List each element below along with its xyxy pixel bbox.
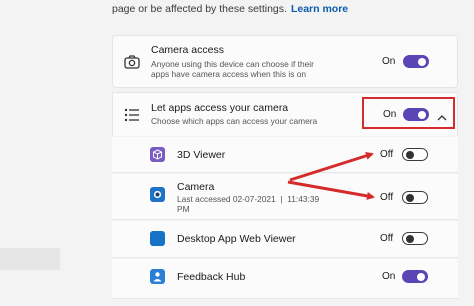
annotation-arrows bbox=[287, 152, 375, 200]
annotation-arrow bbox=[287, 180, 375, 200]
annotation-arrow bbox=[289, 152, 374, 182]
